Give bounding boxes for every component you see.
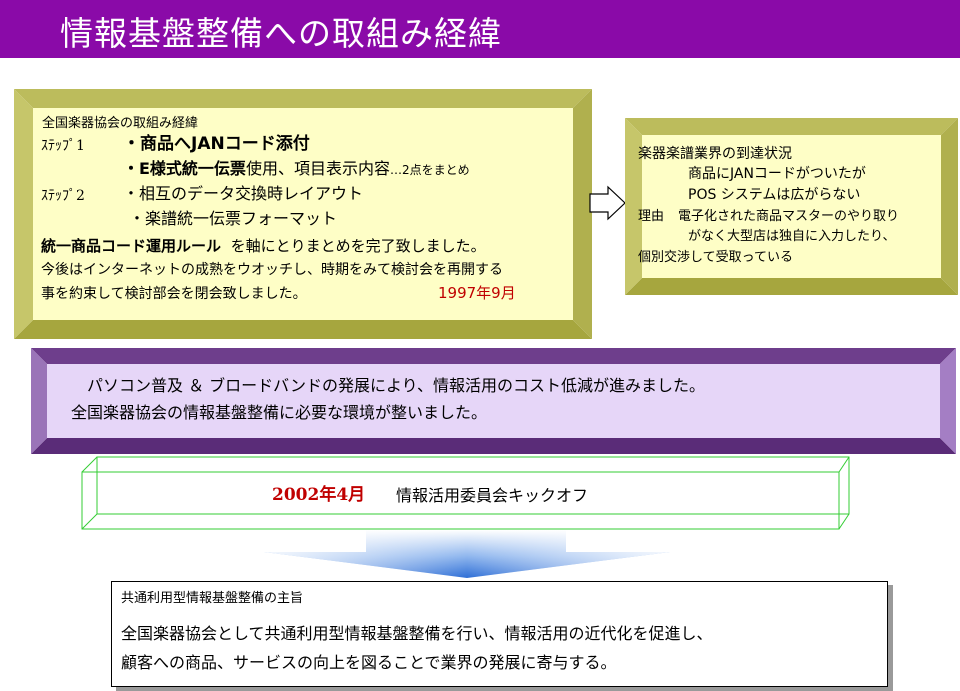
kickoff-date: 2002年4月 bbox=[272, 485, 366, 505]
purpose-line1: 全国楽器協会として共通利用型情報基盤整備を行い、情報活用の近代化を促進し、 bbox=[121, 624, 713, 643]
purpose-heading: 共通利用型情報基盤整備の主旨 bbox=[121, 591, 304, 606]
purpose-line2: 顧客への商品、サービスの向上を図ることで業界の発展に寄与する。 bbox=[121, 653, 617, 672]
down-arrow-icon bbox=[264, 530, 670, 578]
kickoff-text: 情報活用委員会キックオフ bbox=[396, 486, 589, 505]
purpose-panel: 共通利用型情報基盤整備の主旨 全国楽器協会として共通利用型情報基盤整備を行い、情… bbox=[111, 581, 888, 687]
